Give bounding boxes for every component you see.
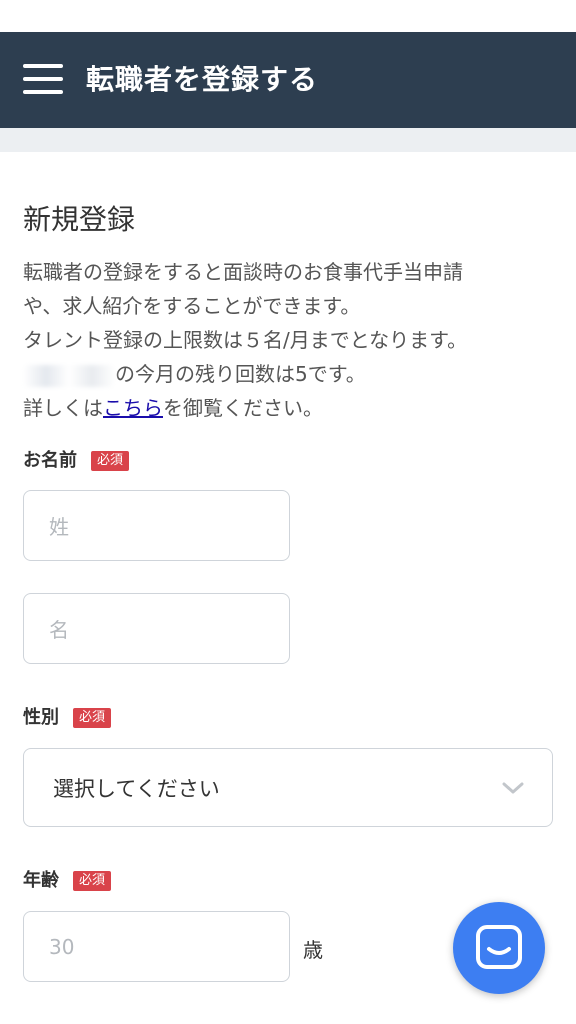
age-unit: 歳 (303, 938, 323, 962)
chat-button[interactable] (453, 902, 545, 994)
details-link[interactable]: こちら (103, 396, 163, 420)
intro-line-4: の今月の残り回数は5です。 (23, 357, 558, 391)
name-label: お名前 (23, 450, 77, 471)
required-badge: 必須 (73, 871, 112, 891)
gender-select[interactable]: 選択してください (23, 748, 553, 827)
intro-line-3: タレント登録の上限数は５名/月までとなります。 (23, 328, 468, 352)
intro-line-5: 詳しくはこちらを御覧ください。 (23, 391, 558, 425)
chevron-down-icon (502, 782, 524, 794)
required-badge: 必須 (91, 451, 130, 471)
redacted-name (23, 364, 115, 387)
gender-label: 性別 (23, 707, 59, 728)
gender-selected-value: 選択してください (53, 776, 220, 801)
hamburger-icon[interactable] (23, 64, 63, 94)
intro-line-1: 転職者の登録をすると面談時のお食事代手当申請 (23, 260, 463, 284)
age-label-row: 年齢 必須 (23, 869, 112, 893)
first-name-input[interactable]: 名 (23, 593, 290, 664)
app-header: 転職者を登録する (0, 32, 576, 128)
last-name-input[interactable]: 姓 (23, 490, 290, 561)
required-badge: 必須 (73, 708, 112, 728)
header-divider (0, 128, 576, 152)
name-label-row: お名前 必須 (23, 449, 130, 473)
remaining-count-text: の今月の残り回数は5です。 (115, 362, 366, 386)
page: 転職者を登録する 新規登録 転職者の登録をすると面談時のお食事代手当申請 や、求… (0, 0, 576, 1024)
gender-label-row: 性別 必須 (23, 706, 112, 730)
age-input[interactable]: 30 (23, 911, 290, 982)
age-label: 年齢 (23, 870, 59, 891)
details-prefix: 詳しくは (23, 396, 103, 420)
details-suffix: を御覧ください。 (163, 396, 323, 420)
chat-bubble-icon (476, 925, 522, 969)
age-placeholder: 30 (49, 934, 75, 959)
last-name-placeholder: 姓 (49, 515, 69, 539)
first-name-placeholder: 名 (49, 618, 69, 642)
intro-line-2: や、求人紹介をすることができます。 (23, 294, 361, 318)
status-bar-area (0, 0, 576, 32)
intro-text: 転職者の登録をすると面談時のお食事代手当申請 や、求人紹介をすることができます。… (23, 255, 558, 425)
page-title: 転職者を登録する (86, 63, 319, 96)
section-title: 新規登録 (23, 203, 136, 236)
